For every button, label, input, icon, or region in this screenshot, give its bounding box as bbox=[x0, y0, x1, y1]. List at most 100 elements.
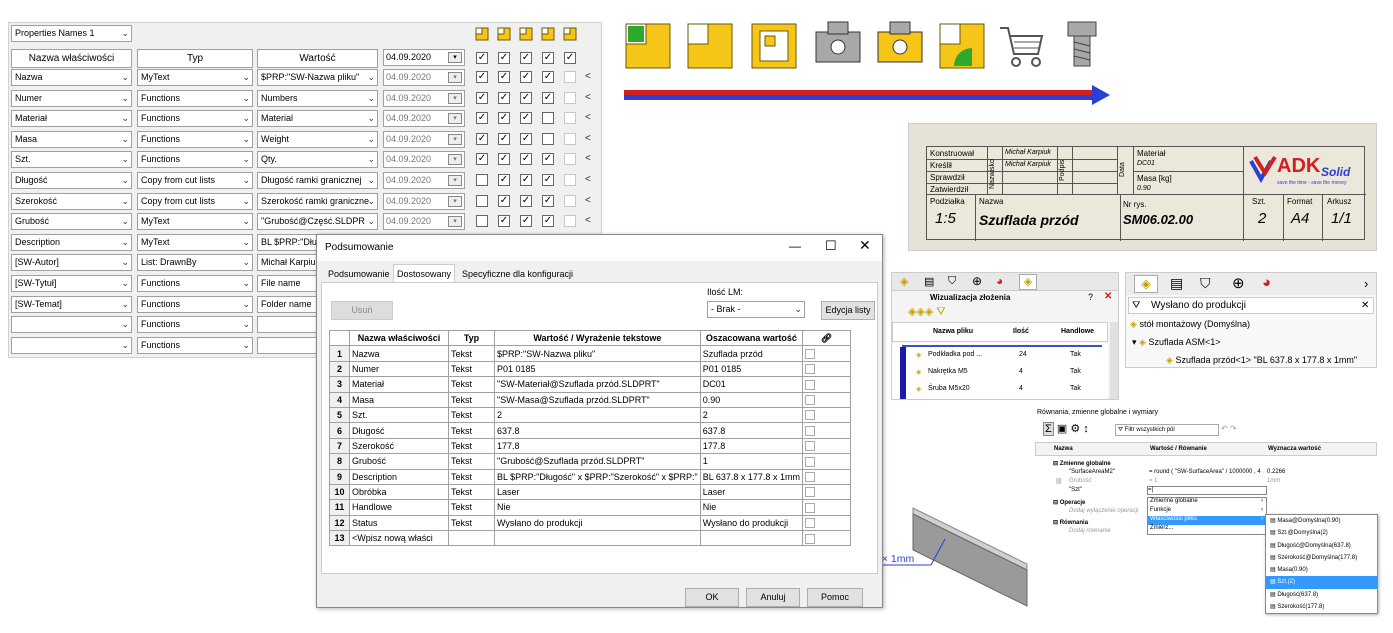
add-operation[interactable]: Dodaj wyłączenie operacji bbox=[1069, 508, 1138, 514]
doc-type-checkbox[interactable]: ✓ bbox=[498, 91, 510, 104]
doc-type-checkbox[interactable]: ✓ bbox=[520, 153, 532, 166]
prop-date[interactable]: 04.09.2020 ▾ bbox=[383, 89, 465, 107]
prop-type-select[interactable]: MyText ⌄ bbox=[137, 213, 253, 231]
cell-link[interactable] bbox=[801, 422, 851, 439]
cell-expression[interactable]: P01 0185 bbox=[494, 360, 701, 378]
link-checkbox[interactable] bbox=[804, 395, 815, 406]
cell-value[interactable]: 2 bbox=[699, 406, 803, 424]
cell-type[interactable]: Tekst bbox=[448, 483, 495, 501]
cell-expression[interactable]: Laser bbox=[494, 483, 701, 501]
prop-type-select[interactable]: Functions ⌄ bbox=[137, 110, 253, 128]
cell-value[interactable]: Wysłano do produkcji bbox=[699, 514, 803, 532]
table-row[interactable]: 5 Szt. Tekst 2 2 bbox=[329, 406, 851, 424]
doc-type-checkbox[interactable]: ✓ bbox=[476, 91, 488, 104]
cell-type[interactable]: Tekst bbox=[448, 499, 495, 516]
cell-type[interactable] bbox=[448, 530, 495, 547]
link-checkbox[interactable] bbox=[804, 364, 815, 375]
cell-name[interactable]: Materiał bbox=[349, 376, 449, 393]
cell-link[interactable] bbox=[801, 345, 851, 362]
table-row[interactable]: 7 Szerokość Tekst 177.8 177.8 bbox=[329, 437, 851, 455]
doc-type-checkbox[interactable]: ✓ bbox=[476, 153, 488, 166]
doc-type-checkbox[interactable] bbox=[542, 132, 554, 145]
menu-item-file-props[interactable]: Właściwości pliku › bbox=[1148, 516, 1266, 525]
cell-link[interactable] bbox=[801, 514, 851, 532]
prop-type-select[interactable]: MyText ⌄ bbox=[137, 69, 253, 86]
doc-type-checkbox[interactable]: ✓ bbox=[476, 132, 488, 145]
prop-type-select[interactable]: Functions ⌄ bbox=[137, 295, 253, 313]
cell-link[interactable] bbox=[801, 406, 851, 424]
cell-expression[interactable]: $PRP:"SW-Nazwa pliku" bbox=[494, 345, 701, 362]
cell-link[interactable] bbox=[801, 499, 851, 516]
cell-name[interactable]: Handlowe bbox=[349, 499, 449, 516]
doc-type-checkbox[interactable] bbox=[476, 174, 488, 186]
link-checkbox[interactable] bbox=[804, 348, 815, 359]
config-manager-icon[interactable]: ⛉ bbox=[948, 275, 956, 288]
menu-item-property[interactable]: ▤ Szerokość@Domyślna(177.8) bbox=[1266, 552, 1377, 564]
link-checkbox[interactable] bbox=[804, 410, 815, 421]
menu-item-globals[interactable]: Zmienne globalne › bbox=[1148, 498, 1266, 507]
property-manager-icon[interactable]: ▤ bbox=[1170, 275, 1183, 292]
doc-type-checkbox[interactable]: ✓ bbox=[520, 112, 532, 125]
doc-type-checkbox[interactable]: ✓ bbox=[542, 71, 554, 83]
cell-expression[interactable]: BL $PRP:"Długość" x $PRP:"Szerokość" x $… bbox=[494, 468, 701, 485]
doc-type-checkbox[interactable] bbox=[564, 91, 576, 104]
equations-group[interactable]: ⊟ Równania bbox=[1053, 519, 1088, 526]
delete-button[interactable]: Usuń bbox=[331, 301, 393, 320]
menu-item-functions[interactable]: Funkcje › bbox=[1148, 507, 1266, 516]
link-checkbox[interactable] bbox=[804, 502, 815, 513]
doc-type-checkbox[interactable]: ✓ bbox=[520, 194, 532, 207]
cell-value[interactable]: 177.8 bbox=[699, 437, 803, 455]
list-item[interactable]: ◈ Podkładka pod ... 24 Tak bbox=[916, 351, 1106, 365]
doc-type-checkbox[interactable]: ✓ bbox=[476, 112, 488, 125]
cell-value[interactable]: Laser bbox=[699, 483, 803, 501]
prop-type-select[interactable]: MyText ⌄ bbox=[137, 233, 253, 251]
prop-name-select[interactable]: Grubość ⌄ bbox=[11, 213, 132, 231]
link-checkbox[interactable] bbox=[804, 533, 815, 544]
cell-expression[interactable]: 637.8 bbox=[494, 422, 701, 439]
col-trade[interactable]: Handlowe bbox=[1061, 328, 1094, 335]
cell-type[interactable]: Tekst bbox=[448, 437, 495, 455]
doc-type-checkbox[interactable]: ✓ bbox=[520, 174, 532, 186]
close-icon[interactable]: ✕ bbox=[1104, 291, 1112, 302]
table-row[interactable]: 1 Nazwa Tekst $PRP:"SW-Nazwa pliku" Szuflada… bbox=[329, 345, 851, 362]
prop-name-select[interactable]: ⌄ bbox=[11, 316, 132, 334]
doc-type-checkbox[interactable] bbox=[564, 215, 576, 228]
operations-group[interactable]: ⊟ Operacje bbox=[1053, 499, 1085, 506]
doc-type-checkbox[interactable] bbox=[542, 112, 554, 125]
cell-expression[interactable]: Wysłano do produkcji bbox=[494, 514, 701, 532]
cell-expression[interactable] bbox=[494, 530, 701, 547]
sum-icon[interactable]: Σ bbox=[1043, 422, 1054, 436]
prop-value-select[interactable]: Weight ⌄ bbox=[257, 130, 378, 148]
cell-link[interactable] bbox=[801, 360, 851, 378]
prop-name-select[interactable]: Nazwa ⌄ bbox=[11, 69, 132, 86]
col-qty[interactable]: Ilość bbox=[1013, 328, 1029, 335]
ok-button[interactable]: OK bbox=[685, 588, 739, 607]
filter-icon[interactable]: ⛛ bbox=[1132, 298, 1140, 313]
tree-item-subassembly[interactable]: ▾ ◈ Szuflada ASM<1> bbox=[1132, 337, 1221, 348]
table-row[interactable]: 9 Description Tekst BL $PRP:"Długość" x $PR… bbox=[329, 468, 851, 485]
doc-type-checkbox[interactable]: ✓ bbox=[520, 215, 532, 228]
toolbar-icons[interactable]: ◈◈◈ ⛛ bbox=[908, 305, 946, 319]
link-checkbox[interactable] bbox=[804, 425, 815, 436]
prop-value-select[interactable]: Numbers ⌄ bbox=[257, 89, 378, 107]
header-date[interactable]: 04.09.2020 ▾ bbox=[383, 49, 465, 66]
doc-type-checkbox[interactable] bbox=[564, 153, 576, 166]
prop-date[interactable]: 04.09.2020 ▾ bbox=[383, 192, 465, 210]
eq-filter-input[interactable]: ⛛ Filtr wszystkich pól bbox=[1115, 424, 1219, 436]
prop-value-select[interactable]: Qty. ⌄ bbox=[257, 151, 378, 169]
doc-type-checkbox[interactable] bbox=[564, 112, 576, 125]
table-row[interactable]: 4 Masa Tekst "SW-Masa@Szuflada przód.SLDPRT… bbox=[329, 391, 851, 408]
collapse-arrow-icon[interactable]: < bbox=[585, 153, 591, 164]
doc-type-header-checkbox[interactable]: ✓ bbox=[498, 52, 510, 64]
chevron-right-icon[interactable]: › bbox=[1364, 276, 1368, 291]
table-row[interactable]: 2 Numer Tekst P01 0185 P01 0185 bbox=[329, 360, 851, 378]
col-evaluated[interactable]: Oszacowana wartość bbox=[699, 329, 803, 347]
cancel-button[interactable]: Anuluj bbox=[746, 588, 800, 607]
list-item[interactable]: ◈ Nakrętka M5 4 Tak bbox=[916, 368, 1106, 382]
cell-name[interactable]: Nazwa bbox=[349, 345, 449, 362]
prop-value-select[interactable]: Material ⌄ bbox=[257, 110, 378, 128]
tree-filter-input[interactable]: ⛛ Wysłano do produkcji ✕ bbox=[1128, 297, 1374, 314]
prop-type-select[interactable]: Functions ⌄ bbox=[137, 316, 253, 334]
cell-value[interactable]: 1 bbox=[699, 453, 803, 470]
prop-name-select[interactable]: [SW-Autor] ⌄ bbox=[11, 254, 132, 272]
